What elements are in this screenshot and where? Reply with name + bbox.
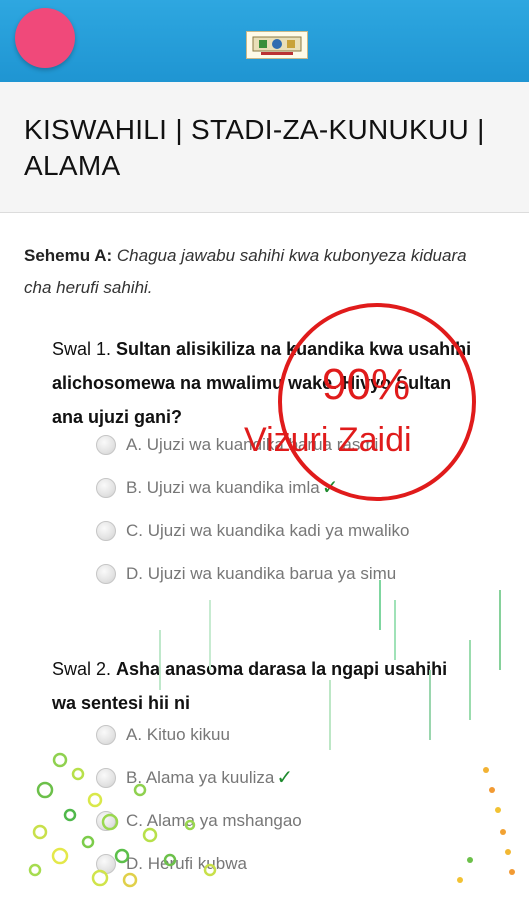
instructions: Sehemu A: Chagua jawabu sahihi kwa kubon… <box>24 240 494 304</box>
radio-button[interactable] <box>96 811 116 831</box>
radio-button[interactable] <box>96 854 116 874</box>
score-percent: 90% <box>322 360 411 409</box>
school-logo-icon <box>246 31 308 59</box>
option-label: D. Ujuzi wa kuandika barua ya simu <box>126 564 397 583</box>
title-panel: KISWAHILI | STADI-ZA-KUNUKUU | ALAMA <box>0 82 529 213</box>
option-q1-b[interactable]: B. Ujuzi wa kuandika imla ✓ <box>96 473 338 503</box>
radio-button[interactable] <box>96 478 116 498</box>
option-label: C. Alama ya mshangao <box>126 811 302 830</box>
question-2: Swal 2. Asha anasoma darasa la ngapi usa… <box>52 652 472 720</box>
question-text: Asha anasoma darasa la ngapi usahihi wa … <box>52 659 448 713</box>
option-q1-c[interactable]: C. Ujuzi wa kuandika kadi ya mwaliko <box>96 516 409 546</box>
option-label: B. Alama ya kuuliza <box>126 768 275 787</box>
page-title: KISWAHILI | STADI-ZA-KUNUKUU | ALAMA <box>24 114 485 181</box>
radio-button[interactable] <box>96 564 116 584</box>
radio-button[interactable] <box>96 521 116 541</box>
menu-button[interactable] <box>15 8 75 68</box>
option-q2-d[interactable]: D. Herufi kubwa <box>96 849 247 879</box>
option-label: D. Herufi kubwa <box>126 854 247 873</box>
option-q2-b[interactable]: B. Alama ya kuuliza ✓ <box>96 763 293 793</box>
question-number: Swal 1. <box>52 339 112 359</box>
option-label: B. Ujuzi wa kuandika imla <box>126 478 320 497</box>
radio-button[interactable] <box>96 435 116 455</box>
radio-button[interactable] <box>96 725 116 745</box>
option-q1-d[interactable]: D. Ujuzi wa kuandika barua ya simu <box>96 559 396 589</box>
score-remark: Vizuri Zaidi <box>244 421 412 459</box>
question-number: Swal 2. <box>52 659 112 679</box>
correct-check-icon: ✓ <box>276 767 294 789</box>
radio-button[interactable] <box>96 768 116 788</box>
confetti-decoration <box>28 580 515 888</box>
option-q2-a[interactable]: A. Kituo kikuu <box>96 720 230 750</box>
option-q2-c[interactable]: C. Alama ya mshangao <box>96 806 302 836</box>
option-label: A. Kituo kikuu <box>126 725 230 744</box>
option-label: C. Ujuzi wa kuandika kadi ya mwaliko <box>126 521 410 540</box>
instructions-label: Sehemu A: <box>24 246 113 265</box>
app-header <box>0 0 529 82</box>
